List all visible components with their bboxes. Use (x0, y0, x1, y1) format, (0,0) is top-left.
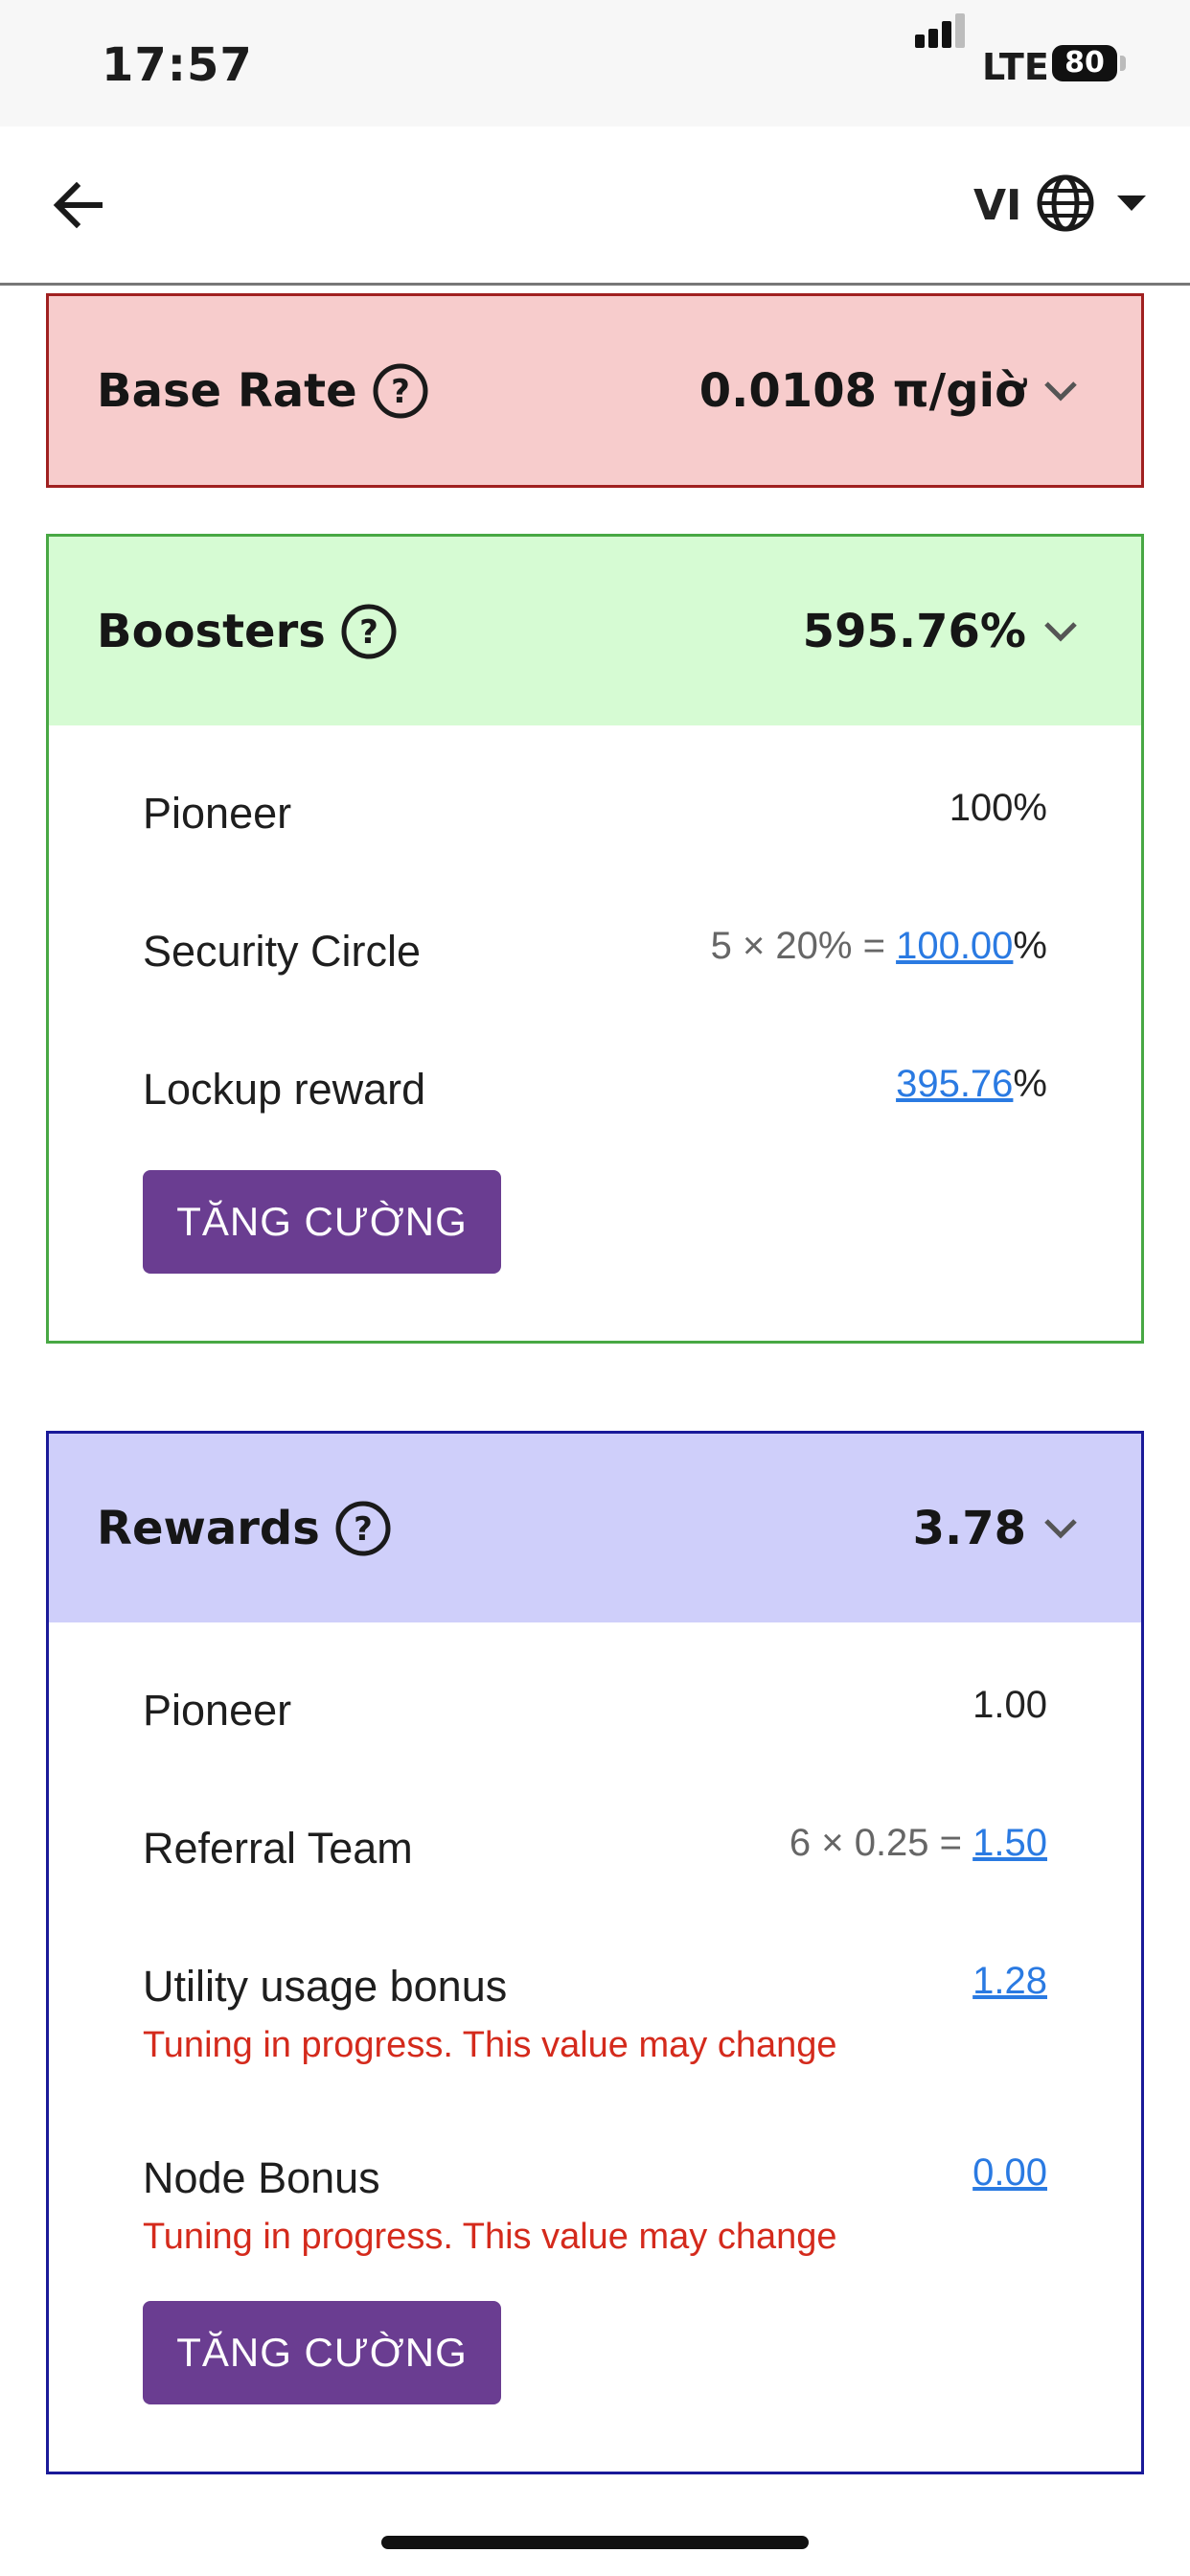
row-formula: 5 × 20% = (710, 925, 897, 967)
list-item: Referral Team 6 × 0.25 = 1.50 (143, 1780, 1047, 1918)
list-item: Pioneer 100% (143, 745, 1047, 883)
row-label: Utility usage bonus (143, 1962, 508, 2011)
row-value: 0.00 (973, 2151, 1047, 2195)
base-rate-card: Base Rate ? 0.0108 π/giờ (46, 293, 1144, 488)
top-nav: VI (0, 126, 1190, 286)
boosters-value: 595.76% (802, 604, 1026, 658)
boost-button[interactable]: TĂNG CƯỜNG (143, 2301, 501, 2404)
help-icon[interactable]: ? (373, 363, 428, 419)
boosters-title: Boosters (97, 604, 326, 658)
row-label: Pioneer (143, 1686, 292, 1735)
language-code: VI (973, 180, 1022, 230)
rewards-body: Pioneer 1.00 Referral Team 6 × 0.25 = 1.… (49, 1622, 1141, 2472)
row-suffix: % (1013, 925, 1047, 967)
rewards-value: 3.78 (912, 1501, 1026, 1555)
network-label: LTE (982, 46, 1049, 88)
list-item: Security Circle 5 × 20% = 100.00% (143, 883, 1047, 1021)
row-value: 1.28 (973, 1960, 1047, 2003)
row-label: Node Bonus (143, 2153, 380, 2202)
row-suffix: 1.00 (973, 1684, 1047, 1726)
row-value: 395.76% (896, 1063, 1047, 1106)
status-bar: 17:57 LTE 80 (0, 0, 1190, 126)
value-link[interactable]: 1.28 (973, 1960, 1047, 2002)
rewards-title: Rewards (97, 1501, 320, 1555)
value-link[interactable]: 100.00 (896, 925, 1013, 967)
caret-down-icon (1117, 194, 1147, 218)
svg-text:?: ? (391, 373, 410, 411)
battery-icon: 80 (1052, 45, 1117, 81)
row-formula: 6 × 0.25 = (789, 1822, 973, 1864)
row-label: Referral Team (143, 1824, 413, 1873)
svg-text:?: ? (359, 613, 378, 652)
chevron-down-icon[interactable] (1043, 378, 1078, 404)
row-label: Security Circle (143, 927, 422, 976)
boosters-card: Boosters ? 595.76% Pioneer 100% Security… (46, 534, 1144, 1344)
help-icon[interactable]: ? (335, 1501, 391, 1556)
list-item: Utility usage bonus 1.28 Tuning in progr… (143, 1918, 1047, 2109)
boosters-header[interactable]: Boosters ? 595.76% (49, 537, 1141, 725)
row-value: 100% (950, 787, 1047, 830)
boosters-body: Pioneer 100% Security Circle 5 × 20% = 1… (49, 725, 1141, 1341)
base-rate-header[interactable]: Base Rate ? 0.0108 π/giờ (49, 296, 1141, 485)
value-link[interactable]: 1.50 (973, 1822, 1047, 1864)
rewards-header[interactable]: Rewards ? 3.78 (49, 1434, 1141, 1622)
help-icon[interactable]: ? (341, 604, 397, 659)
warning-text: Tuning in progress. This value may chang… (143, 2217, 837, 2257)
row-suffix: 100% (949, 787, 1047, 829)
list-item: Node Bonus 0.00 Tuning in progress. This… (143, 2109, 1047, 2301)
svg-text:?: ? (354, 1510, 373, 1549)
rewards-card: Rewards ? 3.78 Pioneer 1.00 Referral Tea… (46, 1431, 1144, 2474)
row-value: 6 × 0.25 = 1.50 (790, 1822, 1047, 1865)
base-rate-title: Base Rate (97, 363, 357, 418)
home-indicator[interactable] (381, 2536, 809, 2549)
row-label: Pioneer (143, 789, 292, 838)
boost-button[interactable]: TĂNG CƯỜNG (143, 1170, 501, 1274)
base-rate-value: 0.0108 π/giờ (698, 363, 1026, 418)
row-label: Lockup reward (143, 1065, 426, 1114)
globe-icon (1035, 172, 1096, 239)
row-suffix: % (1013, 1063, 1047, 1105)
battery-tip (1120, 56, 1126, 71)
chevron-down-icon[interactable] (1043, 1515, 1078, 1542)
value-link[interactable]: 0.00 (973, 2151, 1047, 2194)
row-value: 5 × 20% = 100.00% (711, 925, 1047, 968)
chevron-down-icon[interactable] (1043, 618, 1078, 645)
row-value: 1.00 (973, 1684, 1047, 1727)
list-item: Lockup reward 395.76% (143, 1021, 1047, 1159)
warning-text: Tuning in progress. This value may chang… (143, 2025, 837, 2065)
status-time: 17:57 (102, 38, 253, 92)
value-link[interactable]: 395.76 (896, 1063, 1013, 1105)
back-arrow-icon[interactable] (50, 176, 107, 234)
language-selector[interactable]: VI (973, 171, 1147, 240)
list-item: Pioneer 1.00 (143, 1642, 1047, 1780)
